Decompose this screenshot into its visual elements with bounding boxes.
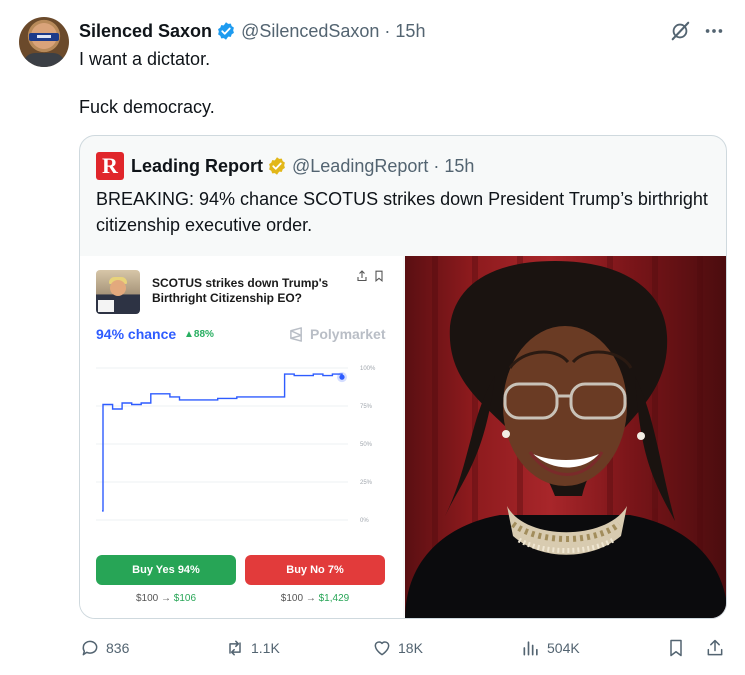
views-count: 504K (547, 640, 580, 656)
chart-y-tick-label: 25% (360, 480, 373, 486)
share-icon (357, 270, 367, 282)
polymarket-brand: Polymarket (289, 326, 385, 342)
quote-author-name[interactable]: Leading Report (131, 156, 263, 177)
market-change: ▲88% (184, 329, 214, 340)
chart-y-tick-label: 50% (360, 442, 373, 448)
reply-icon (82, 640, 98, 656)
repost-count: 1.1K (251, 640, 280, 656)
quote-text: BREAKING: 94% chance SCOTUS strikes down… (96, 189, 708, 235)
justice-portrait-image[interactable] (405, 256, 726, 618)
chart-y-tick-label: 0% (360, 518, 369, 524)
gold-verified-badge-icon (269, 157, 285, 175)
like-count: 18K (398, 640, 423, 656)
buy-yes-button: Buy Yes 94% (96, 555, 236, 585)
author-handle[interactable]: @SilencedSaxon (241, 21, 379, 42)
grok-icon[interactable] (669, 20, 691, 42)
market-chance: 94% chance (96, 326, 177, 342)
repost-button[interactable]: 1.1K (225, 635, 280, 661)
tweet-time[interactable]: 15h (395, 21, 425, 42)
views-button[interactable]: 504K (521, 635, 580, 661)
portrait-illustration (405, 256, 726, 618)
share-button[interactable] (705, 635, 725, 661)
quoted-tweet[interactable]: R Leading Report @LeadingReport · 15h BR… (79, 135, 727, 619)
quote-header: R Leading Report @LeadingReport · 15h (96, 152, 474, 180)
repost-icon (229, 640, 241, 656)
polymarket-card-image[interactable]: SCOTUS strikes down Trump's Birthright C… (80, 256, 403, 618)
polymarket-brand-label: Polymarket (310, 326, 386, 342)
author-name[interactable]: Silenced Saxon (79, 21, 212, 42)
verified-badge-icon (218, 22, 234, 40)
polymarket-logo-icon (290, 326, 302, 342)
payout-no-to: $1,429 (318, 593, 350, 604)
bookmark-button[interactable] (666, 635, 686, 661)
more-icon[interactable] (703, 20, 725, 42)
header-separator: · (384, 20, 391, 41)
like-button[interactable]: 18K (372, 635, 423, 661)
tweet-text: I want a dictator. Fuck democracy. (79, 47, 215, 119)
payout-yes: $100 → $106 (96, 593, 236, 604)
share-upload-icon (707, 639, 723, 656)
tweet-actions-bar: 836 1.1K 18K 504K (0, 635, 745, 661)
chart-y-tick-label: 100% (360, 366, 376, 372)
buy-no-button: Buy No 7% (245, 555, 385, 585)
like-icon (374, 641, 390, 656)
market-probability-chart: 100% 75% 50% 25% 0% (96, 366, 376, 524)
payout-no: $100 → $1,429 (245, 593, 385, 604)
views-icon (523, 641, 538, 656)
payout-yes-from: $100 → (135, 593, 171, 604)
bookmark-action-icon (670, 639, 682, 657)
tweet-text-line-1: I want a dictator. (79, 49, 211, 69)
quote-time[interactable]: 15h (444, 156, 474, 177)
bookmark-icon (375, 270, 383, 282)
tweet-header: Silenced Saxon @SilencedSaxon · 15h (79, 19, 425, 43)
reply-count: 836 (106, 640, 130, 656)
leading-report-logo-icon[interactable]: R (96, 152, 124, 180)
avatar-shirt (23, 53, 65, 67)
quote-author-handle[interactable]: @LeadingReport (292, 156, 428, 177)
tweet-text-line-2: Fuck democracy. (79, 97, 215, 117)
payout-yes-to: $106 (173, 593, 197, 604)
avatar-blindfold (29, 33, 59, 41)
author-avatar[interactable] (19, 17, 69, 67)
market-thumbnail (96, 270, 140, 314)
chart-series-line (102, 373, 343, 512)
chart-endpoint-dot (339, 374, 345, 380)
quote-separator: · (433, 155, 440, 176)
reply-button[interactable]: 836 (80, 635, 129, 661)
market-title: SCOTUS strikes down Trump's Birthright C… (152, 276, 329, 305)
payout-no-from: $100 → (280, 593, 316, 604)
chart-y-tick-label: 75% (360, 404, 373, 410)
